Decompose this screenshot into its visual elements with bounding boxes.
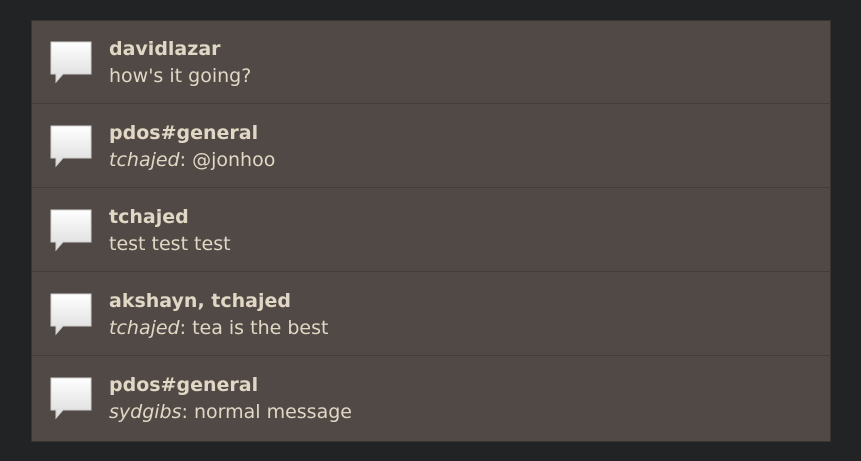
notification-title: tchajed <box>109 206 189 228</box>
notification-message: tchajed: @jonhoo <box>109 147 275 173</box>
notification-title: akshayn, tchajed <box>109 290 291 312</box>
notification-title: pdos#general <box>109 122 259 144</box>
notification-item[interactable]: akshayn, tchajed tchajed: tea is the bes… <box>31 272 831 356</box>
notification-item[interactable]: pdos#general sydgibs: normal message <box>31 356 831 440</box>
speech-bubble-icon <box>50 125 92 168</box>
message-author: tchajed <box>109 149 180 171</box>
speech-bubble-icon <box>50 41 92 84</box>
author-separator: : <box>179 317 193 339</box>
author-separator: : <box>181 401 194 423</box>
message-text: normal message <box>193 401 352 423</box>
message-text: test test test <box>109 233 231 255</box>
notification-message: tchajed: tea is the best <box>109 315 328 341</box>
message-text: @jonhoo <box>192 149 276 171</box>
notification-message: test test test <box>109 231 231 257</box>
speech-bubble-icon <box>50 293 92 336</box>
notification-message: sydgibs: normal message <box>109 399 352 425</box>
message-author: tchajed <box>109 317 180 339</box>
notification-message: how's it going? <box>109 63 251 89</box>
speech-bubble-icon <box>50 377 92 420</box>
notification-item[interactable]: davidlazar how's it going? <box>31 20 831 104</box>
message-author: sydgibs <box>109 401 182 423</box>
notification-title: davidlazar <box>109 38 221 60</box>
notification-item[interactable]: tchajed test test test <box>31 188 831 272</box>
notification-list: davidlazar how's it going? pdos#general … <box>31 20 831 442</box>
notification-title: pdos#general <box>109 374 259 396</box>
author-separator: : <box>179 149 193 171</box>
message-text: tea is the best <box>192 317 329 339</box>
speech-bubble-icon <box>50 209 92 252</box>
message-text: how's it going? <box>109 65 252 87</box>
notification-item[interactable]: pdos#general tchajed: @jonhoo <box>31 104 831 188</box>
